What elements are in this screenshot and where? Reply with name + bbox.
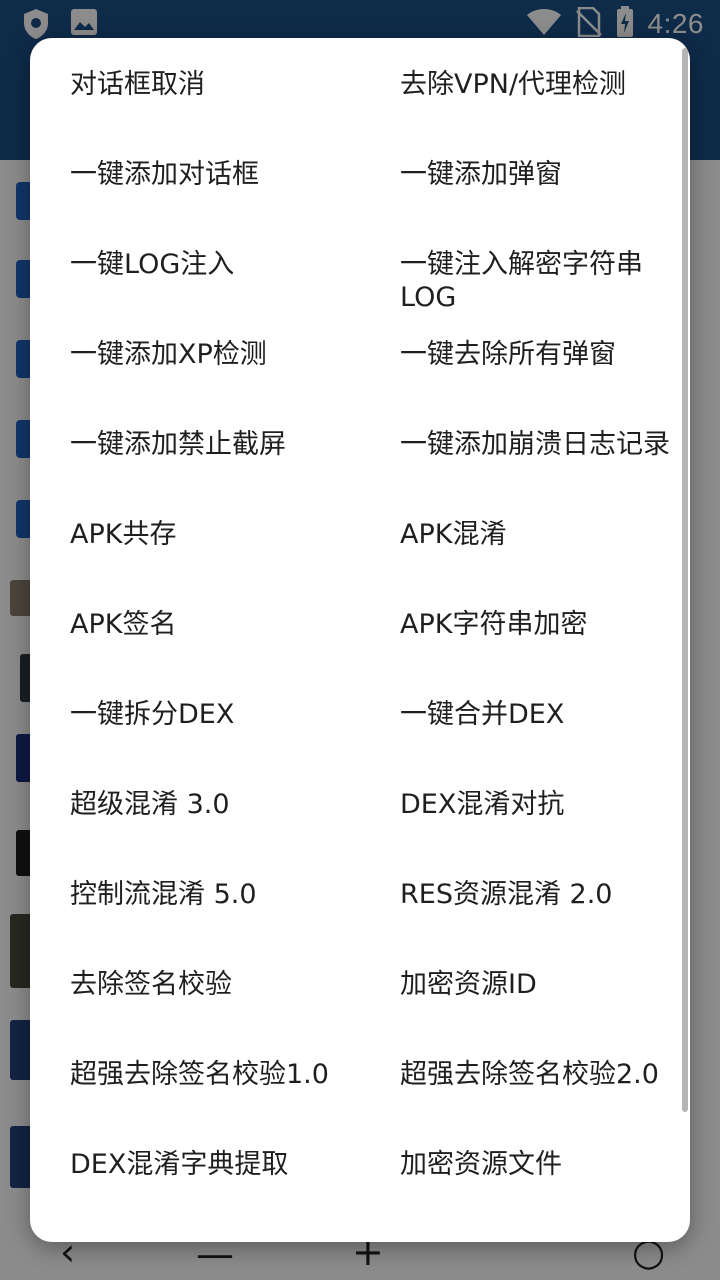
menu-item-add-xp-check[interactable]: 一键添加XP检测	[70, 338, 370, 371]
menu-item-apk-string-encrypt[interactable]: APK字符串加密	[400, 608, 690, 641]
function-menu-dialog: 对话框取消 去除VPN/代理检测 一键添加对话框 一键添加弹窗 一键LOG注入 …	[30, 38, 690, 1242]
menu-item-remove-vpn-proxy-check[interactable]: 去除VPN/代理检测	[400, 68, 690, 101]
menu-scroll-area[interactable]: 对话框取消 去除VPN/代理检测 一键添加对话框 一键添加弹窗 一键LOG注入 …	[30, 38, 690, 1242]
menu-item-log-inject[interactable]: 一键LOG注入	[70, 248, 370, 281]
menu-item-apk-coexist[interactable]: APK共存	[70, 518, 370, 551]
menu-item-add-block-screenshot[interactable]: 一键添加禁止截屏	[70, 428, 370, 461]
menu-item-encrypt-resource-files[interactable]: 加密资源文件	[400, 1148, 690, 1181]
menu-item-remove-signature-check[interactable]: 去除签名校验	[70, 968, 370, 1001]
menu-item-control-flow-obfuscate[interactable]: 控制流混淆 5.0	[70, 878, 370, 911]
menu-item-split-dex[interactable]: 一键拆分DEX	[70, 698, 370, 731]
menu-item-super-obfuscate[interactable]: 超级混淆 3.0	[70, 788, 370, 821]
menu-item-encrypt-resource-id[interactable]: 加密资源ID	[400, 968, 690, 1001]
menu-item-res-obfuscate[interactable]: RES资源混淆 2.0	[400, 878, 690, 911]
menu-item-remove-all-popups[interactable]: 一键去除所有弹窗	[400, 338, 690, 371]
menu-item-dex-obfuscate-counter[interactable]: DEX混淆对抗	[400, 788, 690, 821]
menu-item-add-dialog[interactable]: 一键添加对话框	[70, 158, 370, 191]
menu-item-dialog-cancel[interactable]: 对话框取消	[70, 68, 370, 101]
menu-item-apk-sign[interactable]: APK签名	[70, 608, 370, 641]
menu-item-dex-dictionary-extract[interactable]: DEX混淆字典提取	[70, 1148, 370, 1181]
menu-item-inject-decrypt-string-log[interactable]: 一键注入解密字符串LOG	[400, 248, 670, 314]
scrollbar[interactable]	[682, 48, 688, 1112]
menu-item-add-crash-log[interactable]: 一键添加崩溃日志记录	[400, 428, 690, 461]
menu-item-apk-obfuscate[interactable]: APK混淆	[400, 518, 690, 551]
menu-item-add-popup[interactable]: 一键添加弹窗	[400, 158, 690, 191]
menu-item-merge-dex[interactable]: 一键合并DEX	[400, 698, 690, 731]
menu-item-super-remove-signature-check-1[interactable]: 超强去除签名校验1.0	[70, 1058, 370, 1091]
menu-item-super-remove-signature-check-2[interactable]: 超强去除签名校验2.0	[400, 1058, 690, 1091]
